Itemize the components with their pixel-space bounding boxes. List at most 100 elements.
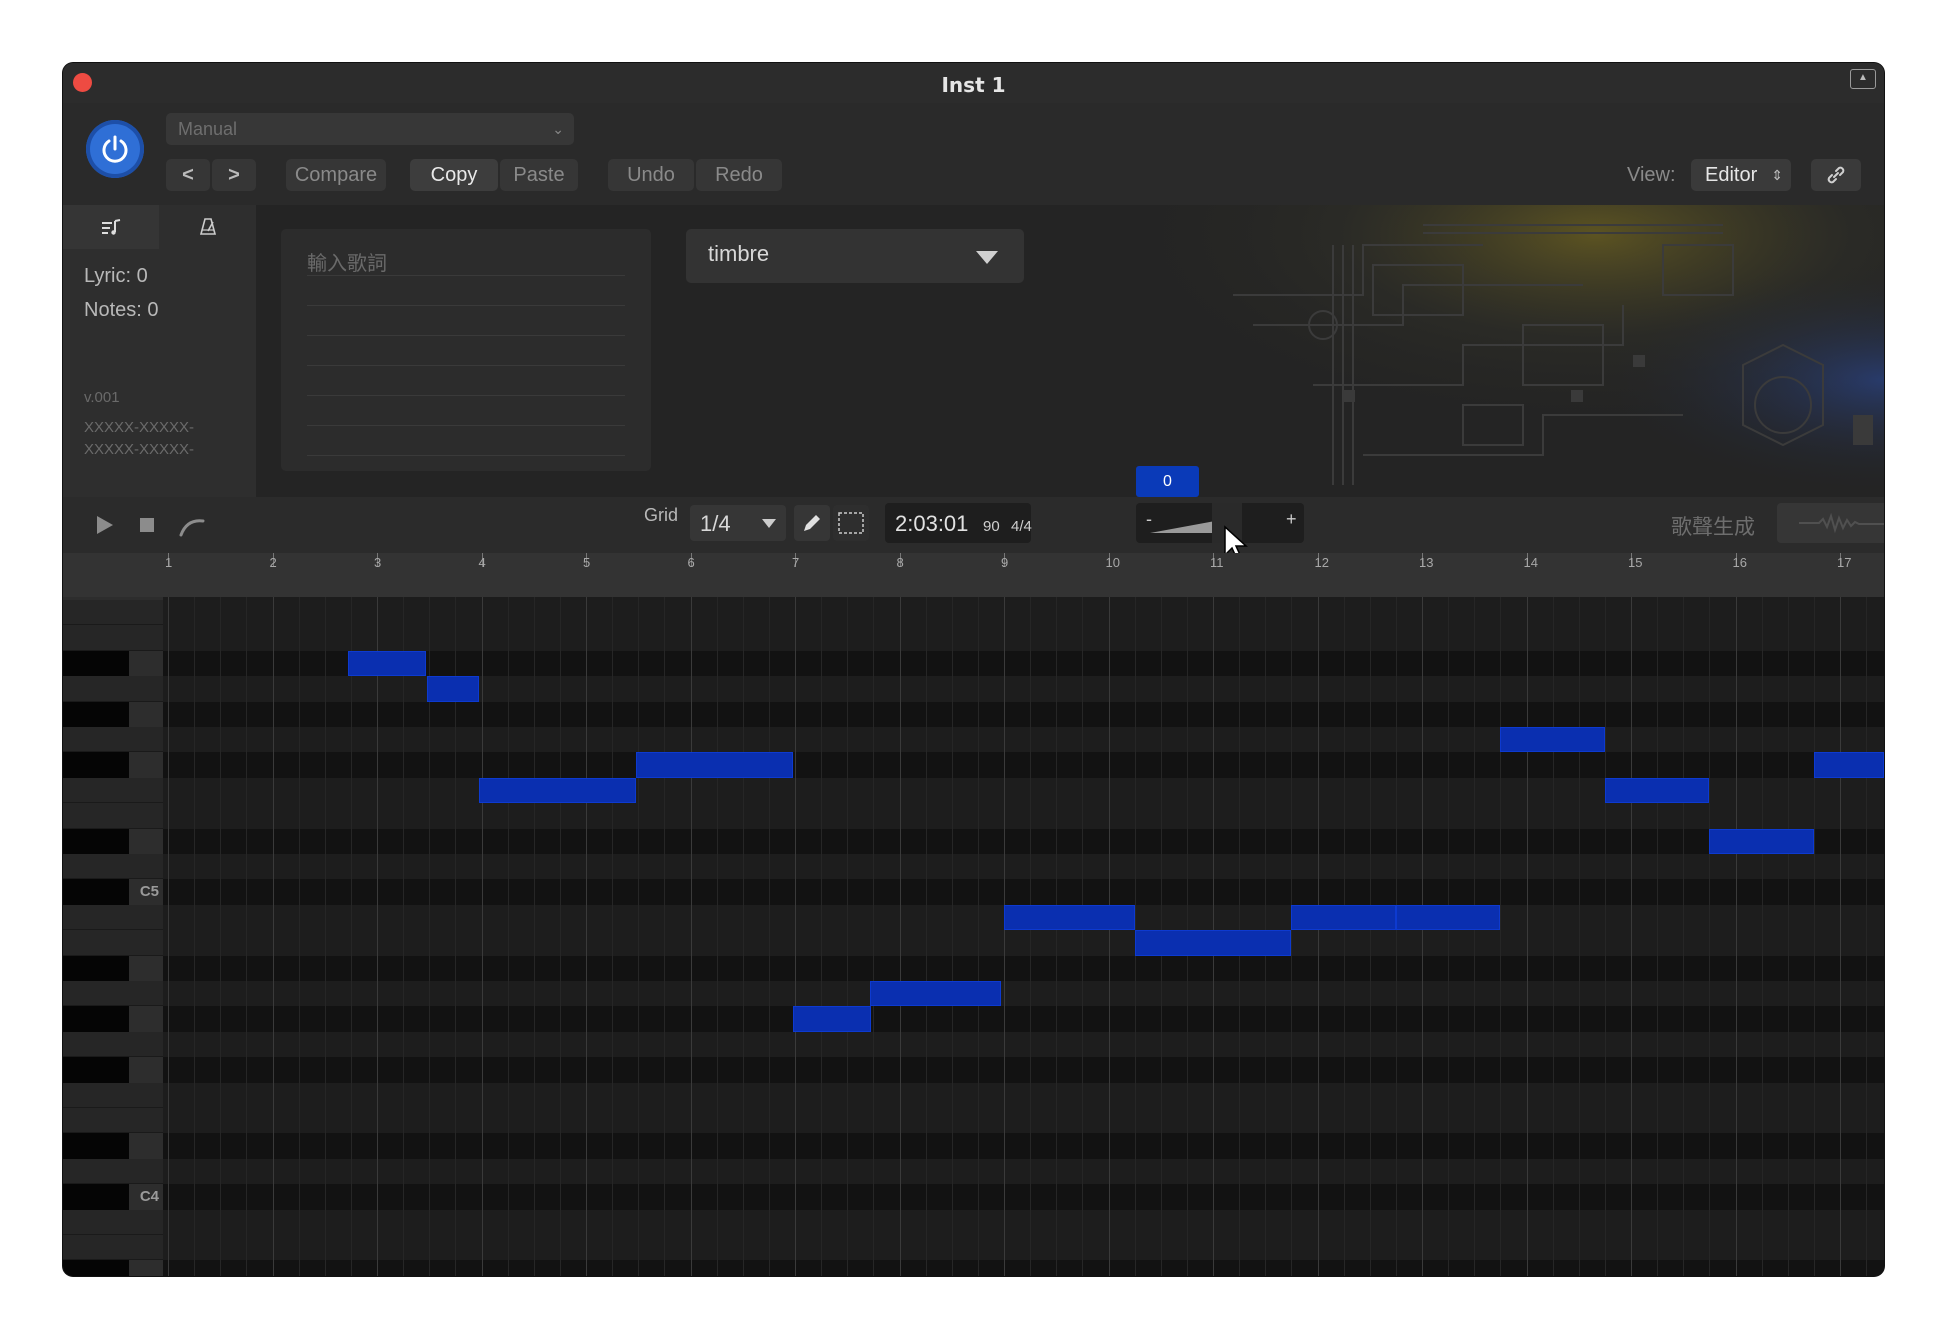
timbre-select[interactable]: timbre bbox=[686, 229, 1024, 283]
power-button[interactable] bbox=[86, 120, 144, 178]
piano-keyboard[interactable]: C5 C4 bbox=[63, 597, 163, 1276]
pencil-tool-button[interactable] bbox=[794, 505, 830, 541]
lyric-input[interactable]: 輸入歌詞 bbox=[281, 229, 651, 471]
pitch-row[interactable] bbox=[163, 1133, 1884, 1160]
midi-note[interactable] bbox=[1709, 828, 1814, 854]
piano-white-key[interactable] bbox=[63, 1031, 163, 1058]
view-value: Editor bbox=[1705, 164, 1758, 186]
ruler-bar-number: 15 bbox=[1628, 555, 1643, 570]
slider-plus[interactable]: + bbox=[1286, 509, 1297, 530]
pitch-row[interactable] bbox=[163, 1235, 1884, 1262]
piano-black-key[interactable] bbox=[63, 701, 129, 727]
piano-black-key[interactable] bbox=[63, 1133, 129, 1159]
pitch-row[interactable] bbox=[163, 803, 1884, 830]
pitch-row[interactable] bbox=[163, 701, 1884, 728]
grid-line bbox=[821, 597, 823, 1276]
curve-tool-icon[interactable] bbox=[179, 515, 205, 537]
piano-white-key[interactable] bbox=[63, 625, 163, 651]
midi-note[interactable] bbox=[1500, 727, 1605, 753]
pitch-row[interactable] bbox=[163, 955, 1884, 982]
pitch-row[interactable] bbox=[163, 854, 1884, 881]
pitch-row[interactable] bbox=[163, 752, 1884, 779]
pitch-row[interactable] bbox=[163, 600, 1884, 627]
paste-button[interactable]: Paste bbox=[500, 159, 578, 191]
play-icon[interactable] bbox=[95, 515, 115, 535]
pitch-row[interactable] bbox=[163, 1184, 1884, 1211]
midi-note[interactable] bbox=[792, 1006, 872, 1032]
midi-note[interactable] bbox=[636, 752, 793, 778]
pitch-row[interactable] bbox=[163, 1006, 1884, 1033]
piano-roll[interactable]: C5 C4 bbox=[63, 597, 1884, 1276]
midi-note[interactable] bbox=[1395, 904, 1501, 931]
compare-button[interactable]: Compare bbox=[286, 159, 386, 191]
pitch-row[interactable] bbox=[163, 981, 1884, 1008]
pitch-row[interactable] bbox=[163, 625, 1884, 652]
copy-button[interactable]: Copy bbox=[410, 159, 498, 191]
piano-white-key[interactable] bbox=[63, 904, 163, 931]
pitch-row[interactable] bbox=[163, 727, 1884, 754]
piano-white-key[interactable] bbox=[63, 676, 163, 702]
piano-white-key[interactable] bbox=[63, 600, 163, 626]
pitch-row[interactable] bbox=[163, 1057, 1884, 1084]
stop-icon[interactable] bbox=[139, 517, 155, 533]
pitch-row[interactable] bbox=[163, 1108, 1884, 1135]
undo-button[interactable]: Undo bbox=[608, 159, 694, 191]
piano-white-key[interactable] bbox=[63, 1082, 163, 1108]
pitch-row[interactable] bbox=[163, 1158, 1884, 1186]
midi-note[interactable] bbox=[1813, 752, 1884, 778]
fullscreen-icon[interactable]: ▲ bbox=[1850, 69, 1876, 89]
pitch-row[interactable] bbox=[163, 1031, 1884, 1059]
piano-white-key[interactable] bbox=[63, 1235, 163, 1261]
preset-select[interactable]: Manual ⌄ bbox=[166, 113, 574, 145]
piano-black-key[interactable] bbox=[63, 752, 129, 778]
pitch-row[interactable] bbox=[163, 828, 1884, 855]
timeline-ruler[interactable]: 1 2 3 4 5 6 7 8 9 10 11 12 13 14 15 16 17 bbox=[63, 553, 1884, 597]
ruler-bar-number: 13 bbox=[1419, 555, 1434, 570]
piano-black-key[interactable] bbox=[63, 1184, 129, 1210]
midi-note[interactable] bbox=[1004, 904, 1135, 931]
select-tool-button[interactable] bbox=[833, 505, 869, 541]
piano-black-key[interactable] bbox=[63, 879, 129, 905]
link-button[interactable] bbox=[1811, 159, 1861, 191]
piano-white-key[interactable] bbox=[63, 1209, 163, 1235]
next-preset-button[interactable]: > bbox=[212, 159, 256, 191]
midi-note[interactable] bbox=[870, 981, 1001, 1007]
grid-select[interactable]: 1/4 bbox=[690, 505, 786, 541]
piano-white-key[interactable] bbox=[63, 854, 163, 880]
pitch-row[interactable] bbox=[163, 1260, 1884, 1276]
piano-black-key[interactable] bbox=[63, 828, 129, 854]
piano-white-key[interactable] bbox=[63, 727, 163, 753]
pitch-row[interactable] bbox=[163, 1082, 1884, 1109]
pitch-row[interactable] bbox=[163, 879, 1884, 906]
pitch-row[interactable] bbox=[163, 1209, 1884, 1236]
midi-note[interactable] bbox=[1291, 904, 1396, 931]
info-sidebar: Lyric: 0 Notes: 0 v.001 XXXXX-XXXXX- XXX… bbox=[63, 205, 256, 497]
piano-black-key[interactable] bbox=[63, 1006, 129, 1032]
redo-button[interactable]: Redo bbox=[696, 159, 782, 191]
midi-note[interactable] bbox=[427, 676, 480, 702]
piano-white-key[interactable] bbox=[63, 1108, 163, 1134]
view-select[interactable]: Editor ⇕ bbox=[1691, 159, 1791, 191]
piano-black-key[interactable] bbox=[63, 1057, 129, 1083]
midi-note[interactable] bbox=[1134, 930, 1292, 956]
volume-slider[interactable]: - + bbox=[1136, 503, 1304, 543]
grid-line bbox=[507, 597, 509, 1276]
piano-white-key[interactable] bbox=[63, 930, 163, 956]
midi-note[interactable] bbox=[347, 650, 427, 677]
tab-notes[interactable] bbox=[63, 205, 159, 249]
piano-black-key[interactable] bbox=[63, 955, 129, 981]
piano-white-key[interactable] bbox=[63, 1158, 163, 1185]
tab-metronome[interactable] bbox=[160, 205, 256, 249]
ruler-bar-number: 8 bbox=[896, 555, 904, 570]
piano-black-key[interactable] bbox=[63, 1260, 129, 1276]
prev-preset-button[interactable]: < bbox=[166, 159, 210, 191]
piano-white-key[interactable] bbox=[63, 981, 163, 1007]
pitch-row[interactable] bbox=[163, 676, 1884, 703]
generate-voice-button[interactable] bbox=[1777, 503, 1884, 543]
piano-white-key[interactable] bbox=[63, 803, 163, 829]
midi-note[interactable] bbox=[1604, 777, 1710, 804]
pitch-row[interactable] bbox=[163, 930, 1884, 957]
piano-black-key[interactable] bbox=[63, 650, 129, 677]
piano-white-key[interactable] bbox=[63, 777, 163, 804]
midi-note[interactable] bbox=[479, 777, 637, 804]
